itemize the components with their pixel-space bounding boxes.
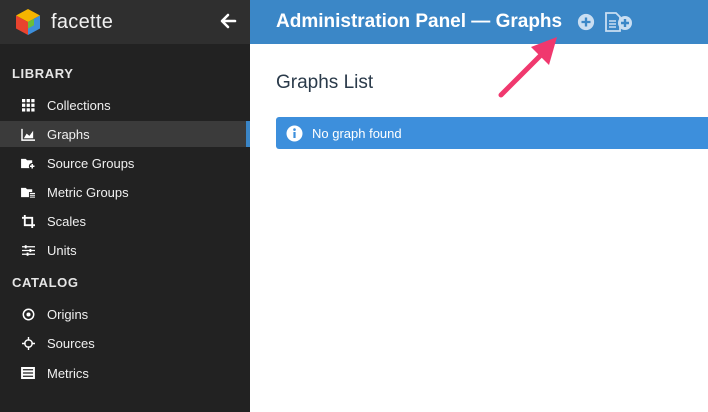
- sidebar-item-metric-groups[interactable]: Metric Groups: [0, 179, 250, 205]
- info-circle-icon: [286, 125, 303, 142]
- sidebar-item-metrics[interactable]: Metrics: [0, 360, 250, 386]
- dot-circle-icon: [20, 306, 36, 322]
- annotation-arrow-icon: [498, 37, 557, 98]
- sidebar-item-origins[interactable]: Origins: [0, 301, 250, 327]
- catalog-heading: CATALOG: [12, 275, 79, 290]
- sidebar-item-graphs[interactable]: Graphs: [0, 121, 250, 147]
- folder-plus-icon: [20, 155, 36, 171]
- facette-logo-icon: [16, 9, 40, 35]
- list-icon: [20, 365, 36, 381]
- page-header-title: Administration Panel — Graphs: [276, 11, 563, 32]
- sidebar-item-scales[interactable]: Scales: [0, 208, 250, 234]
- arrow-left-icon: [220, 13, 237, 29]
- sidebar-item-collections[interactable]: Collections: [0, 92, 250, 118]
- add-graph-button[interactable]: [576, 12, 596, 32]
- sidebar-item-label: Origins: [47, 306, 89, 322]
- area-chart-icon: [20, 126, 36, 142]
- sidebar-item-sources[interactable]: Sources: [0, 330, 250, 356]
- sidebar-item-label: Units: [47, 242, 77, 258]
- plus-circle-icon: [578, 13, 595, 31]
- alert-text: No graph found: [312, 125, 402, 141]
- sidebar-item-label: Metrics: [47, 365, 89, 381]
- sidebar-item-label: Source Groups: [47, 155, 135, 171]
- library-heading: LIBRARY: [12, 66, 74, 81]
- brand-name: facette: [51, 10, 114, 33]
- crosshairs-icon: [20, 335, 36, 351]
- sidebar-item-label: Collections: [47, 97, 111, 113]
- sidebar-item-label: Graphs: [47, 126, 90, 142]
- no-results-alert: No graph found: [276, 117, 708, 149]
- sidebar-item-source-groups[interactable]: Source Groups: [0, 150, 250, 176]
- sidebar-item-label: Metric Groups: [47, 184, 129, 200]
- document-plus-icon: [605, 12, 633, 32]
- collapse-sidebar-button[interactable]: [218, 11, 238, 31]
- crop-icon: [20, 213, 36, 229]
- main-content: Graphs List No graph found: [250, 44, 708, 412]
- sliders-icon: [20, 242, 36, 258]
- brand-bar: facette: [0, 0, 250, 44]
- sidebar-item-units[interactable]: Units: [0, 237, 250, 263]
- add-graph-from-collection-button[interactable]: [604, 11, 634, 33]
- top-header: Administration Panel — Graphs: [250, 0, 708, 44]
- folder-list-icon: [20, 184, 36, 200]
- sidebar-item-label: Scales: [47, 213, 87, 229]
- grid-icon: [20, 97, 36, 113]
- sidebar: facette LIBRARY Collections Graphs Sourc…: [0, 0, 250, 412]
- page-title: Graphs List: [276, 72, 374, 93]
- sidebar-item-label: Sources: [47, 335, 95, 351]
